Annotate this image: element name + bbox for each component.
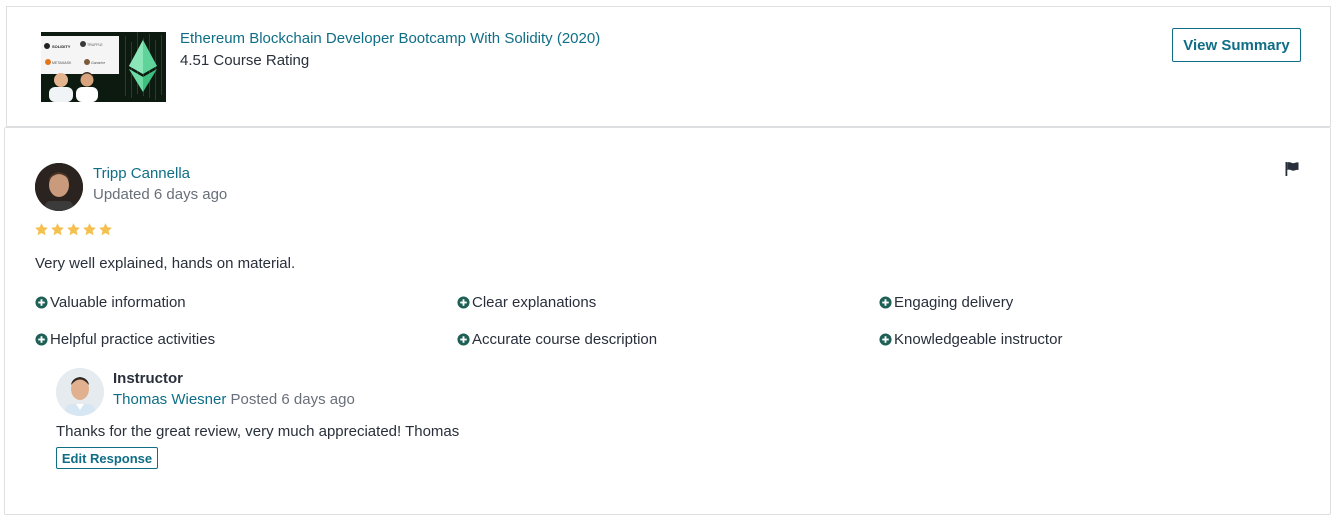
instructor-avatar[interactable]: [56, 368, 104, 416]
edit-response-button[interactable]: Edit Response: [56, 447, 158, 469]
response-role: Instructor: [113, 370, 184, 387]
review-tag: Clear explanations: [457, 294, 596, 311]
plus-circle-icon: [879, 296, 892, 309]
star-icon: [67, 223, 80, 236]
view-summary-button[interactable]: View Summary: [1172, 28, 1301, 62]
review-tag: Valuable information: [35, 294, 186, 311]
star-icon: [99, 223, 112, 236]
review-tag-label: Clear explanations: [472, 294, 597, 311]
flag-icon[interactable]: [1284, 161, 1300, 177]
star-icon: [35, 223, 48, 236]
reviewer-avatar[interactable]: [35, 163, 83, 211]
review-text: Very well explained, hands on material.: [35, 255, 296, 272]
review-updated-time: Updated 6 days ago: [93, 186, 228, 203]
response-posted-time: Posted 6 days ago: [230, 391, 355, 408]
plus-circle-icon: [35, 296, 48, 309]
plus-circle-icon: [879, 333, 892, 346]
plus-circle-icon: [35, 333, 48, 346]
review-tag: Accurate course description: [457, 331, 657, 348]
course-thumbnail[interactable]: SOLIDITY TRUFFLE METAMASK Ganache: [41, 32, 166, 102]
review-tag-label: Engaging delivery: [894, 294, 1014, 311]
response-text: Thanks for the great review, very much a…: [56, 423, 460, 440]
review-tag: Engaging delivery: [879, 294, 1013, 311]
response-meta: Thomas Wiesner Posted 6 days ago: [113, 391, 355, 408]
reviewer-name-link[interactable]: Tripp Cannella: [93, 165, 190, 182]
review-tag: Knowledgeable instructor: [879, 331, 1062, 348]
thumb-text-metamask: METAMASK: [52, 61, 72, 65]
thumb-text-solidity: SOLIDITY: [52, 44, 71, 49]
review-tag-label: Valuable information: [50, 294, 186, 311]
star-icon: [51, 223, 64, 236]
review-tag-label: Knowledgeable instructor: [894, 331, 1063, 348]
review-card: Tripp Cannella Updated 6 days ago Very w…: [4, 127, 1331, 515]
course-rating: 4.51 Course Rating: [180, 52, 310, 69]
plus-circle-icon: [457, 333, 470, 346]
thumb-text-truffle: TRUFFLE: [87, 43, 103, 47]
review-tag-label: Helpful practice activities: [50, 331, 216, 348]
review-tag: Helpful practice activities: [35, 331, 215, 348]
review-tag-label: Accurate course description: [472, 331, 658, 348]
instructor-name-link[interactable]: Thomas Wiesner: [113, 391, 226, 408]
star-rating: [34, 222, 113, 237]
course-title-link[interactable]: Ethereum Blockchain Developer Bootcamp W…: [180, 30, 600, 47]
plus-circle-icon: [457, 296, 470, 309]
star-icon: [83, 223, 96, 236]
thumb-text-ganache: Ganache: [91, 61, 105, 65]
course-card: SOLIDITY TRUFFLE METAMASK Ganache Ethere…: [6, 6, 1331, 127]
